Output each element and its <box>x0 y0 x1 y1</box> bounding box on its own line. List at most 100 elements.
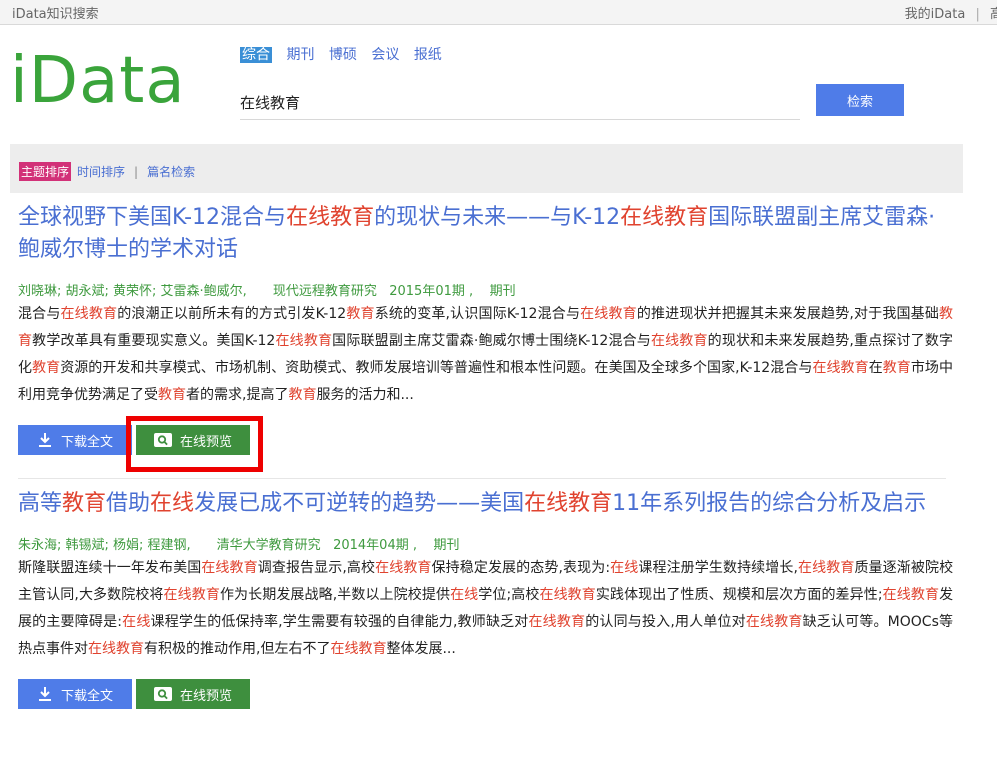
result-actions: 下载全文 在线预览 <box>18 425 953 455</box>
result-abstract: 混合与在线教育的浪潮正以前所未有的方式引发K-12教育系统的变革,认识国际K-1… <box>18 301 953 409</box>
highlight-term: 在线教育 <box>882 587 940 603</box>
highlight-term: 在线教育 <box>201 560 258 576</box>
highlight-term: 在线教育 <box>524 491 613 516</box>
result-abstract: 斯隆联盟连续十一年发布美国在线教育调查报告显示,高校在线教育保持稳定发展的态势,… <box>18 555 953 663</box>
highlight-term: 教育 <box>158 387 186 403</box>
text-segment: 保持稳定发展的态势,表现为: <box>431 560 611 576</box>
highlight-term: 在线教育 <box>812 360 869 376</box>
preview-label: 在线预览 <box>179 434 232 450</box>
text-segment: 混合与 <box>18 306 61 322</box>
text-segment: 的推进现状并把握其未来发展趋势,对于我国基础 <box>636 306 940 322</box>
highlight-term: 在线 <box>610 560 639 576</box>
text-segment: 全球视野下美国K-12混合与 <box>18 205 287 230</box>
text-segment: 整体发展... <box>386 641 456 657</box>
text-segment: 学位;高校 <box>478 587 540 603</box>
my-idata-link[interactable]: 我的iData <box>905 7 966 22</box>
download-icon <box>37 686 53 702</box>
result-meta: 刘晓琳; 胡永斌; 黄荣怀; 艾雷森·鲍威尔, 现代远程教育研究 2015年01期… <box>18 280 953 299</box>
text-segment: 系统的变革,认识国际K-12混合与 <box>374 306 581 322</box>
download-button[interactable]: 下载全文 <box>18 679 132 709</box>
text-segment: 的现状与未来——与K-12 <box>374 205 621 230</box>
highlight-term: 在线 <box>121 614 151 630</box>
sort-by-topic[interactable]: 主题排序 <box>19 162 72 181</box>
highlight-term: 在线教育 <box>528 614 586 630</box>
text-segment: 借助 <box>106 491 151 516</box>
top-separator: | <box>975 7 980 22</box>
result-authors[interactable]: 刘晓琳; 胡永斌; 黄荣怀; 艾雷森·鲍威尔, <box>18 284 247 299</box>
sort-bar: 主题排序 时间排序 | 篇名检索 <box>10 144 963 193</box>
search-input[interactable] <box>240 86 800 118</box>
text-segment: 资源的开发和共享模式、市场机制、资助模式、教师发展培训等普遍性和根本性问题。在美… <box>60 360 813 376</box>
tab-thesis[interactable]: 博硕 <box>329 47 357 63</box>
highlight-term: 在线教育 <box>286 205 375 230</box>
sort-separator: | <box>134 164 139 179</box>
result-authors[interactable]: 朱永海; 韩锡斌; 杨娟; 程建钢, <box>18 538 191 553</box>
result-type: 期刊 <box>489 284 516 299</box>
download-label: 下载全文 <box>60 434 113 450</box>
result-journal[interactable]: 清华大学教育研究 <box>217 538 321 553</box>
highlight-term: 在线教育 <box>375 560 432 576</box>
text-segment: 有积极的推动作用,但左右不了 <box>144 641 331 657</box>
text-segment: 在 <box>868 360 883 376</box>
text-segment: 11年系列报告的综合分析及启示 <box>612 491 927 516</box>
text-segment: 斯隆联盟连续十一年发布美国 <box>18 560 202 576</box>
preview-button[interactable]: 在线预览 <box>136 679 250 709</box>
tab-conference[interactable]: 会议 <box>371 47 399 63</box>
tab-comprehensive[interactable]: 综合 <box>240 47 272 63</box>
result-title[interactable]: 全球视野下美国K-12混合与在线教育的现状与未来——与K-12在线教育国际联盟副… <box>18 202 953 266</box>
result-divider <box>18 478 946 479</box>
text-segment: 发展已成不可逆转的趋势——美国 <box>194 491 525 516</box>
result-item: 高等教育借助在线发展已成不可逆转的趋势——美国在线教育11年系列报告的综合分析及… <box>18 488 953 709</box>
download-icon <box>37 432 53 448</box>
text-segment: 高等 <box>18 491 63 516</box>
download-button[interactable]: 下载全文 <box>18 425 132 455</box>
text-segment: 服务的活力和... <box>316 387 414 403</box>
highlight-term: 教育 <box>32 360 61 376</box>
search-button[interactable]: 检索 <box>816 84 904 116</box>
title-search-link[interactable]: 篇名检索 <box>147 163 195 180</box>
top-right-links: 我的iData | 高 <box>905 3 997 22</box>
preview-button[interactable]: 在线预览 <box>136 425 250 455</box>
idata-logo[interactable]: iData <box>10 44 186 118</box>
tab-newspaper[interactable]: 报纸 <box>414 47 442 63</box>
result-issue: 2015年01期 , <box>389 284 474 299</box>
site-name: iData知识搜索 <box>12 7 99 22</box>
highlight-term: 在线教育 <box>745 614 803 630</box>
highlight-term: 在线教育 <box>580 306 637 322</box>
preview-label: 在线预览 <box>179 688 232 704</box>
sort-by-time[interactable]: 时间排序 <box>77 163 125 180</box>
tab-journal[interactable]: 期刊 <box>286 47 314 63</box>
highlight-term: 在线教育 <box>797 560 855 576</box>
highlight-term: 教育 <box>346 306 375 322</box>
highlight-term: 在线教育 <box>539 587 596 603</box>
result-type: 期刊 <box>433 538 460 553</box>
highlight-term: 在线 <box>450 587 479 603</box>
top-bar: iData知识搜索 我的iData | 高 <box>0 0 997 25</box>
text-segment: 的浪潮正以前所未有的方式引发K-12 <box>117 306 347 322</box>
search-icon <box>153 433 172 447</box>
top-truncated-link[interactable]: 高 <box>990 7 997 22</box>
result-item: 全球视野下美国K-12混合与在线教育的现状与未来——与K-12在线教育国际联盟副… <box>18 202 953 455</box>
highlight-term: 在线教育 <box>330 641 387 657</box>
highlight-term: 在线教育 <box>620 205 709 230</box>
text-segment: 国际联盟副主席艾雷森·鲍威尔博士围绕K-12混合与 <box>332 333 651 349</box>
result-meta: 朱永海; 韩锡斌; 杨娟; 程建钢, 清华大学教育研究 2014年04期 , 期刊 <box>18 534 953 553</box>
text-segment: 者的需求,提高了 <box>186 387 289 403</box>
text-segment: 课程学生的低保持率,学生需要有较强的自律能力,教师缺乏对 <box>150 614 529 630</box>
result-title[interactable]: 高等教育借助在线发展已成不可逆转的趋势——美国在线教育11年系列报告的综合分析及… <box>18 488 953 520</box>
highlight-term: 在线教育 <box>60 306 118 322</box>
result-journal[interactable]: 现代远程教育研究 <box>273 284 377 299</box>
text-segment: 教学改革具有重要现实意义。美国K-12 <box>32 333 276 349</box>
text-segment: 实践体现出了性质、规模和层次方面的差异性; <box>595 587 883 603</box>
highlight-term: 在线教育 <box>275 333 333 349</box>
text-segment: 课程注册学生数持续增长, <box>638 560 798 576</box>
text-segment: 的认同与投入,用人单位对 <box>585 614 746 630</box>
highlight-term: 在线教育 <box>650 333 708 349</box>
highlight-term: 教育 <box>882 360 911 376</box>
result-actions: 下载全文 在线预览 <box>18 679 953 709</box>
highlight-term: 教育 <box>62 491 107 516</box>
category-tabs: 综合 期刊 博硕 会议 报纸 <box>240 44 452 64</box>
highlight-term: 在线教育 <box>88 641 144 657</box>
search-box <box>240 86 800 120</box>
download-label: 下载全文 <box>60 688 113 704</box>
